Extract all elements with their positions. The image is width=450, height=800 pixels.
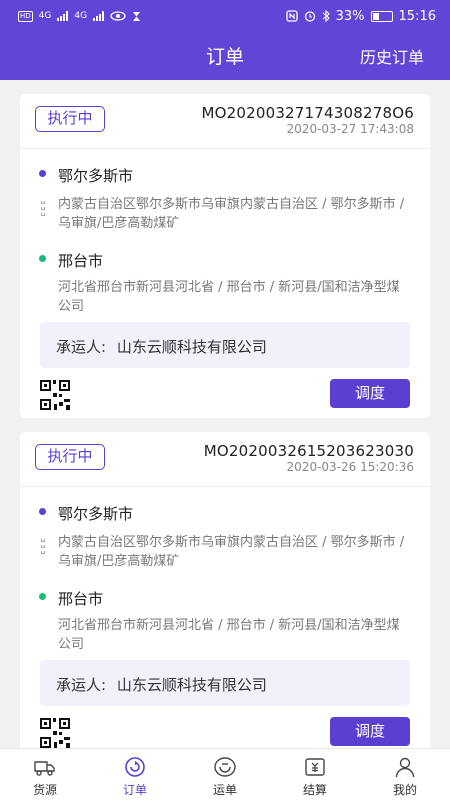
tab-settlement[interactable]: 结算	[270, 749, 360, 800]
order-icon	[125, 757, 145, 777]
origin-dot-icon	[39, 170, 46, 177]
truck-icon	[34, 761, 55, 776]
clock-time: 15:16	[398, 8, 436, 24]
origin-city: 鄂尔多斯市	[58, 167, 134, 185]
settlement-icon	[305, 758, 325, 776]
origin-dot-icon	[39, 508, 46, 515]
origin-city: 鄂尔多斯市	[58, 505, 134, 523]
status-bar-left: HD 4G 4G	[18, 10, 141, 22]
dispatch-button[interactable]: 调度	[330, 379, 410, 408]
order-card[interactable]: 执行中 MO2020032615203623030 2020-03-26 15:…	[20, 432, 430, 748]
tab-profile[interactable]: 我的	[360, 749, 450, 800]
tab-label: 货源	[32, 783, 57, 797]
divider	[20, 486, 430, 487]
carrier-label: 承运人:	[56, 676, 107, 694]
origin-address: 内蒙古自治区鄂尔多斯市乌审旗内蒙古自治区 / 鄂尔多斯市 / 乌审旗/巴彦高勒煤…	[58, 197, 405, 231]
tab-label: 我的	[392, 783, 417, 797]
carrier-label: 承运人:	[56, 338, 107, 356]
status-bar-right: 33% 15:16	[285, 8, 436, 24]
tab-waybills[interactable]: 运单	[180, 749, 270, 800]
origin-address: 内蒙古自治区鄂尔多斯市乌审旗内蒙古自治区 / 鄂尔多斯市 / 乌审旗/巴彦高勒煤…	[58, 535, 405, 569]
route-dashes-icon	[40, 539, 46, 557]
dispatch-button[interactable]: 调度	[330, 717, 410, 746]
battery-percent: 33%	[335, 8, 365, 24]
tab-goods-source[interactable]: 货源	[0, 749, 90, 800]
waybill-icon	[214, 757, 236, 777]
divider	[20, 148, 430, 149]
bluetooth-icon	[322, 10, 330, 22]
status-badge: 执行中	[35, 444, 105, 470]
tab-orders[interactable]: 订单	[90, 749, 180, 800]
hd-badge: HD	[18, 10, 33, 22]
order-time: 2020-03-27 17:43:08	[286, 122, 414, 136]
destination-address: 河北省邢台市新河县河北省 / 邢台市 / 新河县/国和洁净型煤公司	[58, 280, 400, 314]
status-badge: 执行中	[35, 106, 105, 132]
eye-icon	[110, 11, 126, 21]
battery-icon	[370, 10, 393, 22]
qr-code-icon[interactable]	[40, 380, 70, 410]
order-list[interactable]: 执行中 MO20200327174308278O6 2020-03-27 17:…	[0, 80, 450, 748]
signal-icon-2	[93, 11, 105, 21]
qr-code-icon[interactable]	[40, 718, 70, 748]
tab-label: 订单	[122, 783, 147, 797]
order-number: MO20200327174308278O6	[201, 104, 414, 122]
network-4g-label-2: 4G	[74, 11, 88, 21]
status-bar: HD 4G 4G 33% 15:16	[0, 0, 450, 32]
order-number: MO2020032615203623030	[203, 442, 414, 460]
app-header: 订单 历史订单	[0, 32, 450, 80]
bottom-tab-bar: 货源 订单 运单 结算 我的	[0, 748, 450, 800]
tab-label: 结算	[302, 783, 327, 797]
alarm-icon	[304, 11, 315, 22]
destination-city: 邢台市	[58, 252, 104, 270]
signal-icon	[57, 11, 69, 21]
order-card[interactable]: 执行中 MO20200327174308278O6 2020-03-27 17:…	[20, 94, 430, 418]
carrier-name: 山东云顺科技有限公司	[116, 338, 267, 356]
nfc-icon	[285, 10, 298, 22]
route-dashes-icon	[40, 201, 46, 219]
carrier-name: 山东云顺科技有限公司	[116, 676, 267, 694]
hourglass-icon	[133, 11, 141, 21]
network-4g-label: 4G	[38, 11, 52, 21]
destination-city: 邢台市	[58, 590, 104, 608]
destination-address: 河北省邢台市新河县河北省 / 邢台市 / 新河县/国和洁净型煤公司	[58, 618, 400, 652]
tab-label: 运单	[212, 783, 237, 797]
carrier-info: 承运人: 山东云顺科技有限公司	[40, 322, 410, 368]
order-time: 2020-03-26 15:20:36	[286, 460, 414, 474]
profile-icon	[395, 757, 415, 778]
destination-dot-icon	[39, 593, 46, 600]
carrier-info: 承运人: 山东云顺科技有限公司	[40, 660, 410, 706]
history-orders-link[interactable]: 历史订单	[360, 44, 424, 68]
destination-dot-icon	[39, 255, 46, 262]
